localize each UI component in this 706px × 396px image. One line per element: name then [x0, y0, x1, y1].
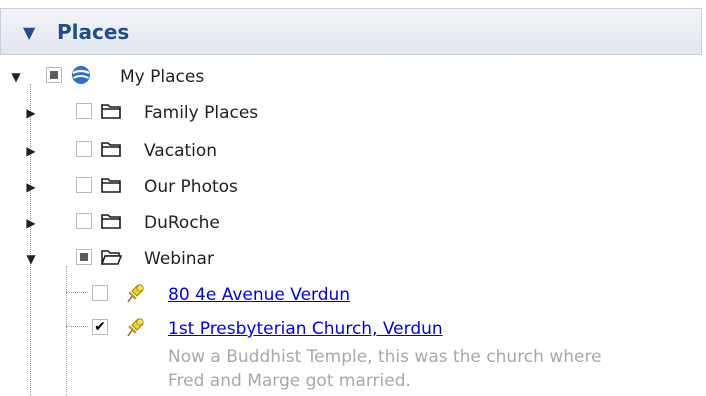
- tree-item-label: Our Photos: [144, 177, 238, 197]
- expand-arrow-icon[interactable]: ▶: [25, 106, 37, 120]
- checkbox[interactable]: [76, 213, 92, 229]
- tree-item-our-photos[interactable]: ▶ Our Photos: [0, 170, 706, 204]
- globe-icon: [72, 66, 90, 84]
- folder-icon: [100, 100, 122, 122]
- folder-icon: [100, 174, 122, 196]
- checkbox-partial[interactable]: [76, 249, 92, 265]
- folder-icon: [100, 210, 122, 232]
- tree-item-label: Webinar: [144, 249, 214, 269]
- yellow-pushpin-icon: [124, 316, 146, 338]
- placemark-link[interactable]: 1st Presbyterian Church, Verdun: [168, 318, 443, 340]
- placemark-description: Fred and Marge got married.: [168, 371, 411, 391]
- tree-item-label: Family Places: [144, 103, 259, 123]
- tree-item-family-places[interactable]: ▶ Family Places: [0, 96, 706, 130]
- folder-icon: [100, 138, 122, 160]
- tree-item-placemark[interactable]: 80 4e Avenue Verdun: [0, 278, 706, 312]
- tree-item-vacation[interactable]: ▶ Vacation: [0, 134, 706, 168]
- tree-item-webinar[interactable]: ▼ Webinar: [0, 242, 706, 276]
- tree-line: [30, 84, 31, 396]
- triangle-down-icon[interactable]: ▼: [23, 25, 35, 41]
- expand-arrow-icon[interactable]: ▶: [25, 144, 37, 158]
- checkbox[interactable]: [92, 285, 108, 301]
- collapse-arrow-icon[interactable]: ▼: [25, 252, 37, 266]
- panel-title: Places: [57, 20, 130, 44]
- tree-item-duroche[interactable]: ▶ DuRoche: [0, 206, 706, 240]
- folder-open-icon: [100, 246, 122, 268]
- placemark-description: Now a Buddhist Temple, this was the chur…: [168, 347, 602, 367]
- checkbox-partial[interactable]: [46, 67, 62, 83]
- tree-item-my-places[interactable]: ▼ My Places: [0, 60, 706, 94]
- checkbox[interactable]: [76, 103, 92, 119]
- tree-item-label: DuRoche: [144, 213, 220, 233]
- tree-item-label: Vacation: [144, 141, 218, 161]
- places-panel-header[interactable]: ▼ Places: [0, 8, 702, 55]
- placemark-link[interactable]: 80 4e Avenue Verdun: [168, 284, 350, 306]
- expand-toggle[interactable]: ▼: [10, 70, 22, 84]
- tree-item-label: My Places: [120, 67, 205, 87]
- expand-arrow-icon[interactable]: ▶: [25, 180, 37, 194]
- expand-arrow-icon[interactable]: ▶: [25, 216, 37, 230]
- checkbox-checked[interactable]: ✔: [92, 319, 108, 335]
- tree-item-placemark[interactable]: ✔ 1st Presbyterian Church, Verdun: [0, 312, 706, 346]
- yellow-pushpin-icon: [124, 282, 146, 304]
- checkbox[interactable]: [76, 177, 92, 193]
- checkbox[interactable]: [76, 141, 92, 157]
